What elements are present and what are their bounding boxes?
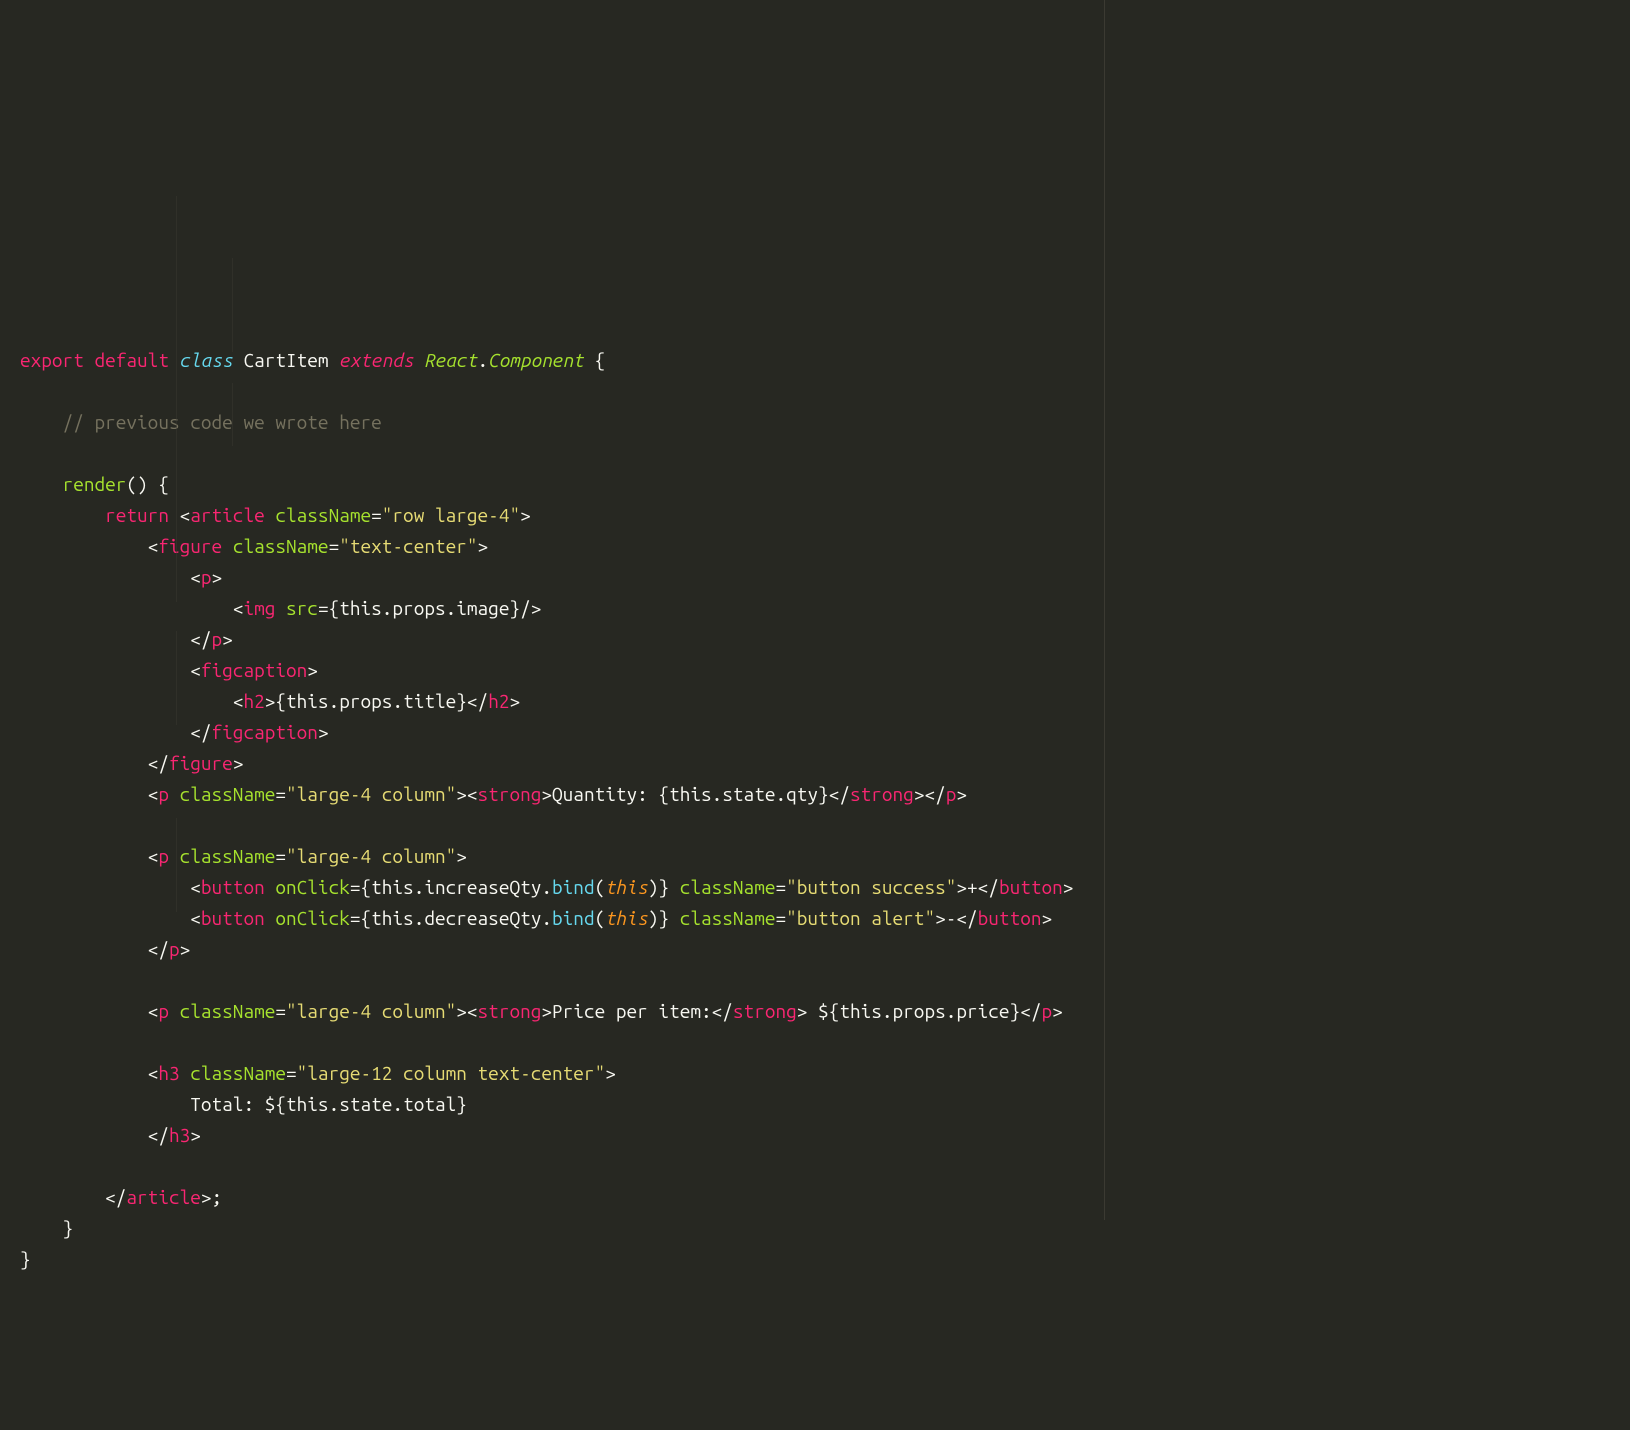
code-line: }: [20, 1248, 31, 1270]
code-line: export default class CartItem extends Re…: [20, 349, 605, 371]
indent-guide: [176, 196, 177, 602]
code-line: <h3 className="large-12 column text-cent…: [20, 1062, 616, 1084]
indent-guide: [232, 383, 233, 446]
code-line: <figcaption>: [20, 659, 318, 681]
indent-guide: [232, 258, 233, 352]
code-line: <img src={this.props.image}/>: [20, 597, 541, 619]
code-line: <figure className="text-center">: [20, 535, 488, 557]
code-line: </figcaption>: [20, 721, 329, 743]
code-line: <p>: [20, 566, 222, 588]
code-line: render() {: [20, 473, 169, 495]
code-line: <p className="large-4 column">: [20, 845, 467, 867]
code-line: </article>;: [20, 1186, 222, 1208]
code-line: <button onClick={this.decreaseQty.bind(t…: [20, 907, 1052, 929]
code-line: </h3>: [20, 1124, 201, 1146]
code-editor[interactable]: export default class CartItem extends Re…: [0, 341, 1630, 1275]
code-line: <h2>{this.props.title}</h2>: [20, 690, 520, 712]
column-ruler: [1104, 0, 1105, 1220]
indent-guide: [176, 818, 177, 912]
code-line: <p className="large-4 column"><strong>Pr…: [20, 1000, 1063, 1022]
code-line: </p>: [20, 938, 190, 960]
code-line: }: [20, 1217, 73, 1239]
code-line: </p>: [20, 628, 233, 650]
code-line: </figure>: [20, 752, 243, 774]
indent-guide: [176, 631, 177, 725]
code-line: Total: ${this.state.total}: [20, 1093, 467, 1115]
code-line: return <article className="row large-4">: [20, 504, 531, 526]
code-line: // previous code we wrote here: [20, 411, 382, 433]
code-line: <p className="large-4 column"><strong>Qu…: [20, 783, 967, 805]
code-line: <button onClick={this.increaseQty.bind(t…: [20, 876, 1073, 898]
